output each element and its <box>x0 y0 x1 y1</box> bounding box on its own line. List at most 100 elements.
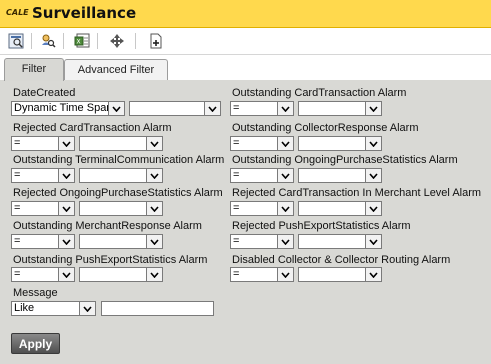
date-created-op-select[interactable]: Dynamic Time Span <box>11 101 125 116</box>
date-created-value-select[interactable] <box>129 101 221 116</box>
rejected-cardtransaction-merchant-value-select[interactable] <box>298 201 382 216</box>
disabled-collector-label: Disabled Collector & Collector Routing A… <box>232 254 451 266</box>
select-value: = <box>14 202 21 214</box>
rejected-pushexport-value-select[interactable] <box>298 234 382 249</box>
select-value: = <box>14 268 21 280</box>
rejected-pushexport-label: Rejected PushExportStatistics Alarm <box>232 220 411 232</box>
chevron-down-icon <box>108 102 124 115</box>
chevron-down-icon <box>365 137 381 150</box>
chevron-down-icon <box>58 137 74 150</box>
chevron-down-icon <box>58 235 74 248</box>
chevron-down-icon <box>365 102 381 115</box>
select-value: = <box>233 202 240 214</box>
select-value: = <box>233 268 240 280</box>
move-button[interactable] <box>107 31 127 51</box>
chevron-down-icon <box>277 102 293 115</box>
outstanding-terminalcommunication-label: Outstanding TerminalCommunication Alarm <box>13 154 225 166</box>
tab-strip: Filter Advanced Filter <box>0 55 491 81</box>
outstanding-pushexport-value-select[interactable] <box>79 267 163 282</box>
rejected-cardtransaction-merchant-op-select[interactable]: = <box>230 201 294 216</box>
outstanding-merchantresponse-label: Outstanding MerchantResponse Alarm <box>13 220 202 232</box>
select-value: = <box>233 137 240 149</box>
outstanding-cardtransaction-value-select[interactable] <box>298 101 382 116</box>
outstanding-pushexport-op-select[interactable]: = <box>11 267 75 282</box>
chevron-down-icon <box>146 268 162 281</box>
toolbar-separator <box>135 33 136 49</box>
disabled-collector-op-select[interactable]: = <box>230 267 294 282</box>
chevron-down-icon <box>365 268 381 281</box>
date-created-label: DateCreated <box>13 87 76 99</box>
rejected-pushexport-op-select[interactable]: = <box>230 234 294 249</box>
select-value: Dynamic Time Span <box>14 102 113 114</box>
select-value: = <box>233 169 240 181</box>
chevron-down-icon <box>58 169 74 182</box>
toolbar-separator <box>63 33 64 49</box>
search-user-icon <box>42 34 56 48</box>
new-document-icon <box>150 33 162 49</box>
title-bar: CALE Surveillance <box>0 0 491 28</box>
preview-icon <box>8 33 24 49</box>
chevron-down-icon <box>204 102 220 115</box>
chevron-down-icon <box>365 235 381 248</box>
rejected-cardtransaction-op-select[interactable]: = <box>11 136 75 151</box>
chevron-down-icon <box>146 137 162 150</box>
rejected-cardtransaction-merchant-label: Rejected CardTransaction In Merchant Lev… <box>232 187 482 199</box>
chevron-down-icon <box>146 235 162 248</box>
select-value: = <box>233 235 240 247</box>
select-value: = <box>14 169 21 181</box>
message-input[interactable] <box>101 301 214 316</box>
move-icon <box>110 34 124 48</box>
outstanding-merchantresponse-op-select[interactable]: = <box>11 234 75 249</box>
chevron-down-icon <box>277 235 293 248</box>
outstanding-collectorresponse-value-select[interactable] <box>298 136 382 151</box>
new-document-button[interactable] <box>146 31 166 51</box>
disabled-collector-value-select[interactable] <box>298 267 382 282</box>
preview-button[interactable] <box>6 31 26 51</box>
excel-export-button[interactable]: X <box>72 31 92 51</box>
chevron-down-icon <box>277 202 293 215</box>
outstanding-terminalcommunication-op-select[interactable]: = <box>11 168 75 183</box>
chevron-down-icon <box>58 202 74 215</box>
page-title: Surveillance <box>32 4 137 22</box>
chevron-down-icon <box>365 202 381 215</box>
select-value: Like <box>14 302 35 314</box>
excel-export-icon: X <box>74 33 90 48</box>
rejected-cardtransaction-label: Rejected CardTransaction Alarm <box>13 122 172 134</box>
tab-filter[interactable]: Filter <box>4 58 64 81</box>
rejected-ongoingpurchase-value-select[interactable] <box>79 201 163 216</box>
apply-button[interactable]: Apply <box>11 333 60 354</box>
outstanding-collectorresponse-op-select[interactable]: = <box>230 136 294 151</box>
chevron-down-icon <box>277 137 293 150</box>
svg-text:X: X <box>77 39 81 46</box>
outstanding-ongoingpurchase-op-select[interactable]: = <box>230 168 294 183</box>
outstanding-terminalcommunication-value-select[interactable] <box>79 168 163 183</box>
toolbar: X <box>0 28 491 55</box>
outstanding-cardtransaction-label: Outstanding CardTransaction Alarm <box>232 87 407 99</box>
message-op-select[interactable]: Like <box>11 301 96 316</box>
select-value: = <box>14 235 21 247</box>
chevron-down-icon <box>365 169 381 182</box>
tab-advanced-filter[interactable]: Advanced Filter <box>64 59 168 80</box>
chevron-down-icon <box>277 169 293 182</box>
outstanding-ongoingpurchase-value-select[interactable] <box>298 168 382 183</box>
select-value: = <box>233 102 240 114</box>
cale-logo: CALE <box>6 8 29 17</box>
select-value: = <box>14 137 21 149</box>
message-label: Message <box>13 287 58 299</box>
chevron-down-icon <box>58 268 74 281</box>
chevron-down-icon <box>277 268 293 281</box>
rejected-cardtransaction-value-select[interactable] <box>79 136 163 151</box>
toolbar-separator <box>31 33 32 49</box>
chevron-down-icon <box>146 202 162 215</box>
outstanding-ongoingpurchase-label: Outstanding OngoingPurchaseStatistics Al… <box>232 154 458 166</box>
outstanding-collectorresponse-label: Outstanding CollectorResponse Alarm <box>232 122 419 134</box>
chevron-down-icon <box>146 169 162 182</box>
outstanding-pushexport-label: Outstanding PushExportStatistics Alarm <box>13 254 208 266</box>
search-user-button[interactable] <box>38 31 58 51</box>
chevron-down-icon <box>79 302 95 315</box>
outstanding-cardtransaction-op-select[interactable]: = <box>230 101 294 116</box>
toolbar-separator <box>97 33 98 49</box>
rejected-ongoingpurchase-op-select[interactable]: = <box>11 201 75 216</box>
rejected-ongoingpurchase-label: Rejected OngoingPurchaseStatistics Alarm <box>13 187 223 199</box>
outstanding-merchantresponse-value-select[interactable] <box>79 234 163 249</box>
